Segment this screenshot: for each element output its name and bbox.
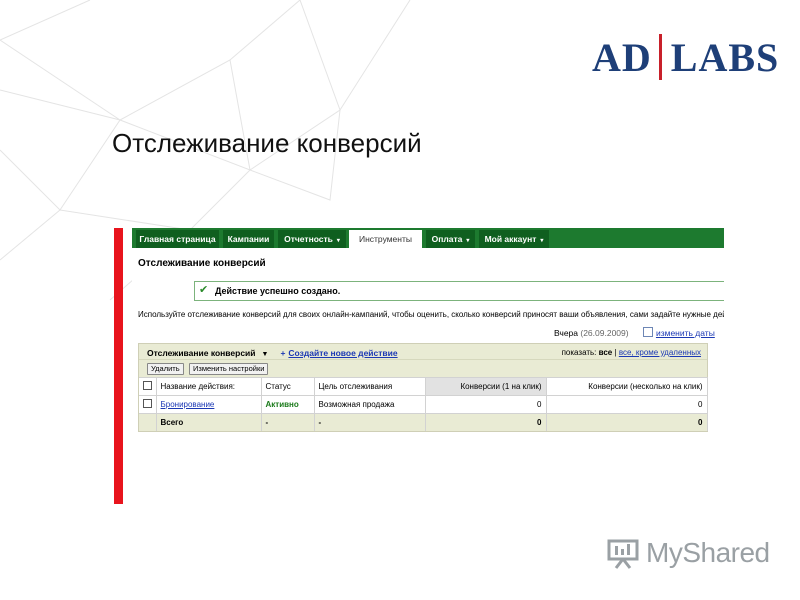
date-value: (26.09.2009) xyxy=(580,328,629,338)
conv-one-cell: 0 xyxy=(425,395,547,414)
tab-billing-label: Оплата xyxy=(431,234,463,244)
slide-title: Отслеживание конверсий xyxy=(112,128,422,158)
filter-all[interactable]: все xyxy=(599,348,613,357)
create-action-link[interactable]: Создайте новое действие xyxy=(288,348,397,358)
conversions-table-panel: Отслеживание конверсий ▼ + Создайте новое д… xyxy=(138,343,708,432)
tab-tools[interactable]: Инструменты xyxy=(349,230,422,248)
calendar-icon[interactable] xyxy=(642,327,653,337)
show-label: показать: xyxy=(561,348,597,357)
select-all-checkbox[interactable] xyxy=(143,381,152,390)
select-all-cell xyxy=(139,377,157,396)
total-spacer xyxy=(139,413,157,431)
filter-separator: | xyxy=(614,348,617,357)
change-dates-link[interactable]: изменить даты xyxy=(656,328,715,338)
status-cell: Активно xyxy=(261,395,315,414)
total-label: Всего xyxy=(156,413,262,431)
adlabs-logo: AD LABS xyxy=(592,34,779,80)
table-row: Бронирование Активно Возможная продажа 0… xyxy=(139,395,708,414)
chevron-down-icon: ▾ xyxy=(466,238,470,244)
row-name-cell: Бронирование xyxy=(156,395,262,414)
date-range: Вчера (26.09.2009) изменить даты xyxy=(554,327,715,338)
row-select-cell xyxy=(139,395,157,414)
col-name[interactable]: Название действия: xyxy=(156,377,262,396)
tab-campaigns[interactable]: Кампании xyxy=(223,230,274,248)
accent-bar xyxy=(114,228,123,504)
date-range-label: Вчера xyxy=(554,328,578,338)
logo-labs: LABS xyxy=(670,34,780,80)
filter-except-deleted-link[interactable]: все, кроме удаленных xyxy=(619,348,701,357)
edit-settings-button[interactable]: Изменить настройки xyxy=(189,363,269,375)
presentation-icon xyxy=(607,539,639,569)
success-banner: ✔ Действие успешно создано. xyxy=(194,281,724,301)
logo-divider xyxy=(658,34,662,80)
total-conv-many: 0 xyxy=(546,413,708,431)
tab-tools-label: Инструменты xyxy=(358,234,412,244)
dropdown-arrow-icon[interactable]: ▼ xyxy=(262,351,269,358)
chevron-down-icon: ▾ xyxy=(336,238,340,244)
total-goal: - xyxy=(314,413,426,431)
action-name-link[interactable]: Бронирование xyxy=(161,400,215,409)
conv-many-cell: 0 xyxy=(546,395,708,414)
plus-icon: + xyxy=(280,348,286,358)
success-message: Действие успешно создано. xyxy=(215,286,341,296)
action-buttons: Удалить Изменить настройки xyxy=(139,359,707,377)
total-conv-one: 0 xyxy=(425,413,547,431)
conversions-table: Название действия: Статус Цель отслежива… xyxy=(139,377,708,431)
myshared-watermark: MyShared xyxy=(606,536,770,570)
view-dropdown[interactable]: Отслеживание конверсий xyxy=(147,348,256,358)
goal-cell: Возможная продажа xyxy=(314,395,426,414)
tab-home[interactable]: Главная страница xyxy=(136,230,219,248)
tab-campaigns-label: Кампании xyxy=(227,234,270,244)
tab-my-account-label: Мой аккаунт xyxy=(484,234,537,244)
col-goal[interactable]: Цель отслеживания xyxy=(314,377,426,396)
tab-reports-label: Отчетность xyxy=(284,234,333,244)
adwords-screenshot: Главная страница Кампании Отчетность ▾ Ин… xyxy=(132,228,724,442)
watermark-text: MyShared xyxy=(646,537,770,568)
tab-my-account[interactable]: Мой аккаунт ▾ xyxy=(479,230,549,248)
tab-home-label: Главная страница xyxy=(139,234,216,244)
table-header-row: Название действия: Статус Цель отслежива… xyxy=(139,377,708,396)
col-conv-many[interactable]: Конверсии (несколько на клик) xyxy=(546,377,708,396)
checkmark-icon: ✔ xyxy=(199,284,209,296)
col-conv-one[interactable]: Конверсии (1 на клик) xyxy=(425,377,547,396)
tab-billing[interactable]: Оплата ▾ xyxy=(426,230,475,248)
total-status: - xyxy=(261,413,315,431)
description-text: Используйте отслеживание конверсий для с… xyxy=(138,310,724,319)
row-checkbox[interactable] xyxy=(143,399,152,408)
total-row: Всего - - 0 0 xyxy=(139,413,708,431)
col-status[interactable]: Статус xyxy=(261,377,315,396)
delete-button[interactable]: Удалить xyxy=(147,363,184,375)
main-nav: Главная страница Кампании Отчетность ▾ Ин… xyxy=(132,228,724,248)
table-controls: Отслеживание конверсий ▼ + Создайте новое д… xyxy=(139,344,707,359)
tab-reports[interactable]: Отчетность ▾ xyxy=(278,230,346,248)
page-title: Отслеживание конверсий xyxy=(138,258,266,269)
logo-ad: AD xyxy=(592,34,652,80)
chevron-down-icon: ▾ xyxy=(540,238,544,244)
